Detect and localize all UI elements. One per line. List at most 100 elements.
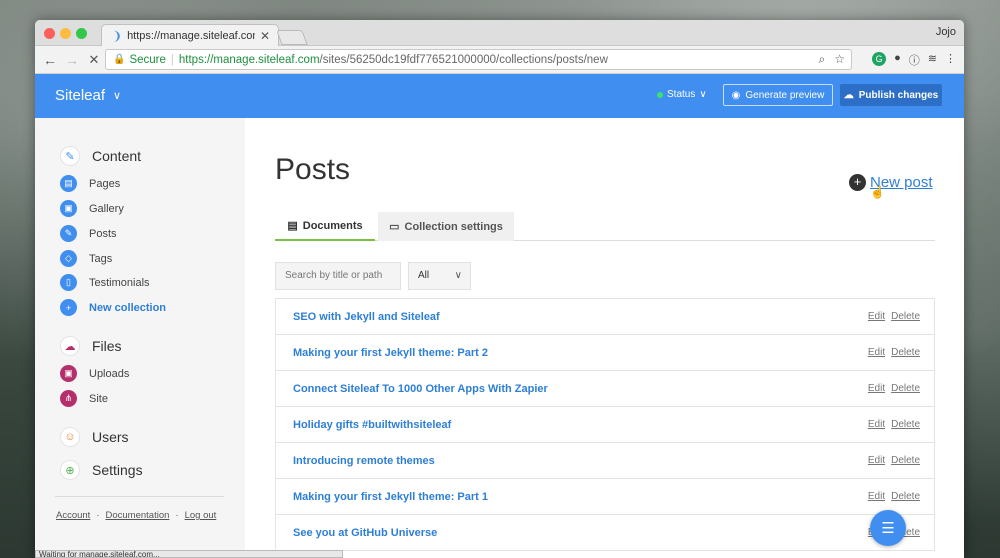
documentation-link[interactable]: Documentation bbox=[106, 510, 170, 521]
forward-arrow-icon[interactable]: → bbox=[61, 52, 83, 68]
sidebar-item-testimonials[interactable]: ▯ Testimonials bbox=[60, 274, 150, 291]
cloud-icon: ☁ bbox=[60, 336, 80, 356]
sidebar-item-new-collection[interactable]: + New collection bbox=[60, 299, 166, 316]
edit-link[interactable]: Edit bbox=[868, 455, 885, 466]
delete-link[interactable]: Delete bbox=[891, 311, 920, 322]
sidebar-section-label: Content bbox=[92, 148, 142, 164]
close-window-button[interactable] bbox=[44, 28, 55, 39]
layers-extension-icon[interactable]: ≋ bbox=[928, 52, 937, 68]
edit-link[interactable]: Edit bbox=[868, 347, 885, 358]
maximize-window-button[interactable] bbox=[76, 28, 87, 39]
search-input[interactable]: Search by title or path bbox=[275, 262, 401, 290]
sidebar-section-content[interactable]: ✎ Content bbox=[60, 146, 141, 166]
document-icon: ▯ bbox=[60, 274, 77, 291]
status-dot-icon bbox=[657, 91, 663, 98]
browser-tab[interactable]: ❩ https://manage.siteleaf.com/si ✕ bbox=[101, 24, 279, 47]
minimize-window-button[interactable] bbox=[60, 28, 71, 39]
extensions-area: G ● ⓘ ≋ ⋮ bbox=[872, 52, 956, 68]
sidebar-item-gallery[interactable]: ▣ Gallery bbox=[60, 200, 124, 217]
delete-link[interactable]: Delete bbox=[891, 383, 920, 394]
tab-collection-settings[interactable]: ▭ Collection settings bbox=[378, 212, 514, 241]
browser-toolbar: ← → ✕ 🔒 Secure | https://manage.siteleaf… bbox=[35, 46, 964, 74]
list-item: See you at GitHub Universe Edit Delete bbox=[276, 515, 934, 551]
sidebar-item-label: Gallery bbox=[89, 202, 124, 215]
post-actions: Edit Delete bbox=[868, 311, 920, 322]
post-title-link[interactable]: Introducing remote themes bbox=[293, 455, 435, 467]
edit-link[interactable]: Edit bbox=[868, 491, 885, 502]
post-title-link[interactable]: Making your first Jekyll theme: Part 1 bbox=[293, 491, 488, 503]
post-title-link[interactable]: SEO with Jekyll and Siteleaf bbox=[293, 311, 440, 323]
zoom-search-icon[interactable]: ⌕ bbox=[819, 52, 826, 67]
new-post-button[interactable]: + New post bbox=[849, 174, 933, 191]
post-actions: Edit Delete bbox=[868, 383, 920, 394]
grammarly-extension-icon[interactable]: G bbox=[872, 52, 887, 66]
tab-label: Documents bbox=[302, 219, 363, 232]
chevron-down-icon: ∨ bbox=[454, 270, 462, 281]
tab-documents[interactable]: ▤ Documents bbox=[275, 212, 375, 241]
delete-link[interactable]: Delete bbox=[891, 419, 920, 430]
publish-changes-button[interactable]: ☁ Publish changes bbox=[840, 84, 942, 106]
profile-name[interactable]: Jojo bbox=[936, 26, 956, 38]
post-title-link[interactable]: See you at GitHub Universe bbox=[293, 527, 437, 539]
sidebar-item-uploads[interactable]: ▣ Uploads bbox=[60, 365, 129, 382]
sidebar-section-users[interactable]: ☺ Users bbox=[60, 427, 129, 447]
new-tab-button[interactable] bbox=[276, 30, 308, 45]
post-title-link[interactable]: Connect Siteleaf To 1000 Other Apps With… bbox=[293, 383, 548, 395]
tag-icon: ◇ bbox=[60, 250, 77, 267]
stop-loading-icon[interactable]: ✕ bbox=[83, 52, 105, 68]
logout-link[interactable]: Log out bbox=[185, 510, 217, 521]
status-dropdown[interactable]: Status ∨ bbox=[657, 89, 707, 100]
close-tab-icon[interactable]: ✕ bbox=[260, 29, 270, 43]
delete-link[interactable]: Delete bbox=[891, 491, 920, 502]
collection-tabs: ▤ Documents ▭ Collection settings bbox=[275, 212, 935, 241]
pointer-cursor-icon: ☝ bbox=[870, 185, 885, 199]
chat-icon: ☰ bbox=[881, 520, 895, 537]
back-arrow-icon[interactable]: ← bbox=[39, 52, 61, 68]
sidebar-item-site[interactable]: ⋔ Site bbox=[60, 390, 108, 407]
users-icon: ☺ bbox=[60, 427, 80, 447]
documents-icon: ▤ bbox=[287, 220, 298, 232]
sidebar-item-label: Uploads bbox=[89, 367, 130, 380]
browser-window: ❩ https://manage.siteleaf.com/si ✕ Jojo … bbox=[35, 20, 964, 558]
sidebar-divider bbox=[55, 496, 224, 497]
post-actions: Edit Delete bbox=[868, 455, 920, 466]
posts-list: SEO with Jekyll and Siteleaf Edit Delete… bbox=[275, 298, 935, 551]
bookmark-star-icon[interactable]: ☆ bbox=[834, 52, 845, 67]
drop-extension-icon[interactable]: ● bbox=[894, 52, 901, 68]
post-actions: Edit Delete bbox=[868, 491, 920, 502]
sidebar-item-pages[interactable]: ▤ Pages bbox=[60, 175, 120, 192]
sidebar-item-label: Pages bbox=[89, 177, 121, 190]
chat-support-button[interactable]: ☰ bbox=[870, 510, 906, 546]
account-link[interactable]: Account bbox=[56, 510, 90, 521]
edit-link[interactable]: Edit bbox=[868, 383, 885, 394]
plus-icon: + bbox=[849, 174, 866, 191]
site-switcher[interactable]: Siteleaf ∨ bbox=[55, 87, 121, 104]
sidebar-item-posts[interactable]: ✎ Posts bbox=[60, 225, 117, 242]
publish-changes-label: Publish changes bbox=[858, 89, 939, 101]
post-title-link[interactable]: Holiday gifts #builtwithsiteleaf bbox=[293, 419, 451, 431]
sidebar-item-label: Posts bbox=[89, 227, 117, 240]
page-title: Posts bbox=[275, 153, 351, 186]
post-title-link[interactable]: Making your first Jekyll theme: Part 2 bbox=[293, 347, 488, 359]
address-bar[interactable]: 🔒 Secure | https://manage.siteleaf.com /… bbox=[105, 49, 852, 70]
list-item: Introducing remote themes Edit Delete bbox=[276, 443, 934, 479]
sidebar-section-settings[interactable]: ⊕ Settings bbox=[60, 460, 143, 480]
edit-link[interactable]: Edit bbox=[868, 311, 885, 322]
sidebar-item-tags[interactable]: ◇ Tags bbox=[60, 250, 112, 267]
generate-preview-label: Generate preview bbox=[745, 89, 825, 101]
tab-label: Collection settings bbox=[404, 220, 503, 233]
filter-select[interactable]: All ∨ bbox=[408, 262, 471, 290]
sidebar-section-label: Users bbox=[92, 429, 129, 445]
info-extension-icon[interactable]: ⓘ bbox=[909, 52, 920, 68]
delete-link[interactable]: Delete bbox=[891, 455, 920, 466]
delete-link[interactable]: Delete bbox=[891, 347, 920, 358]
image-icon: ▣ bbox=[60, 365, 77, 382]
browser-menu-icon[interactable]: ⋮ bbox=[945, 52, 956, 68]
edit-link[interactable]: Edit bbox=[868, 419, 885, 430]
browser-status-bar: Waiting for manage.siteleaf.com... bbox=[35, 550, 343, 558]
list-item: Connect Siteleaf To 1000 Other Apps With… bbox=[276, 371, 934, 407]
sidebar: ✎ Content ▤ Pages ▣ Gallery ✎ Posts ◇ Ta… bbox=[35, 118, 245, 558]
list-item: Holiday gifts #builtwithsiteleaf Edit De… bbox=[276, 407, 934, 443]
sidebar-section-files[interactable]: ☁ Files bbox=[60, 336, 122, 356]
generate-preview-button[interactable]: ◉ Generate preview bbox=[723, 84, 833, 106]
